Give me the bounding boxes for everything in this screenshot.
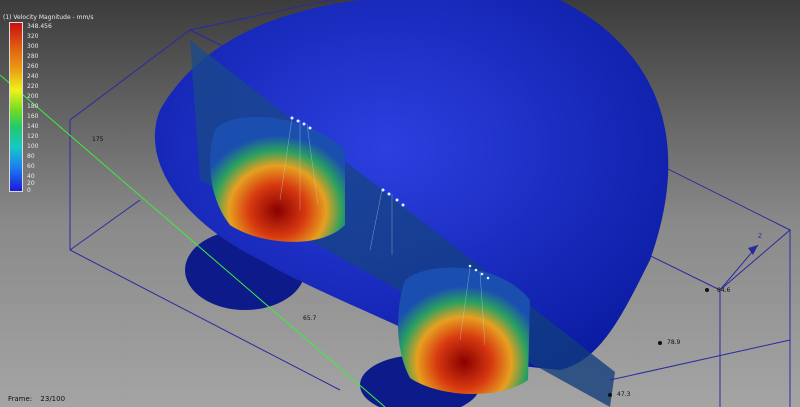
legend-tick: 260 — [27, 63, 39, 70]
velocity-cup-upper — [210, 116, 345, 242]
legend-tick: 220 — [27, 83, 39, 90]
dimension-label-47-3: 47.3 — [617, 391, 631, 398]
legend-tick: 20 — [27, 180, 35, 187]
cfd-viewport[interactable]: (1) Velocity Magnitude - mm/s 348.456 32… — [0, 0, 800, 407]
legend-tick: 100 — [27, 143, 39, 150]
legend-tick: 140 — [27, 123, 39, 130]
legend-color-bar — [9, 22, 23, 192]
frame-indicator: Frame: 23/100 — [8, 395, 71, 403]
velocity-cup-lower — [398, 267, 530, 395]
legend-tick: 160 — [27, 113, 39, 120]
velocity-legend: (1) Velocity Magnitude - mm/s 348.456 32… — [3, 14, 93, 194]
legend-tick: 200 — [27, 93, 39, 100]
frame-value: 23/100 — [40, 395, 66, 403]
frame-label: Frame: — [8, 395, 33, 403]
dimension-label-78-9: 78.9 — [667, 339, 681, 346]
legend-tick: 120 — [27, 133, 39, 140]
dimension-label-175: 175 — [92, 136, 104, 143]
legend-tick: 300 — [27, 43, 39, 50]
legend-tick: 60 — [27, 163, 35, 170]
legend-tick: 348.456 — [27, 23, 52, 30]
legend-tick: 40 — [27, 173, 35, 180]
dimension-label-84-6: 84.6 — [717, 287, 731, 294]
legend-tick: 240 — [27, 73, 39, 80]
legend-tick: 180 — [27, 103, 39, 110]
legend-tick: 320 — [27, 33, 39, 40]
legend-title: (1) Velocity Magnitude - mm/s — [3, 14, 94, 21]
dimension-label-65-7: 65.7 — [303, 315, 317, 322]
legend-tick: 280 — [27, 53, 39, 60]
legend-tick: 80 — [27, 153, 35, 160]
z-axis-label: Z — [758, 233, 763, 240]
legend-tick: 0 — [27, 187, 31, 194]
